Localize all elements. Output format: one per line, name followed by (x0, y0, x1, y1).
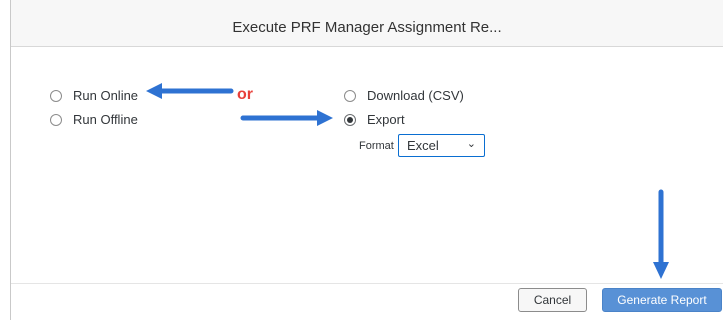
radio-label: Export (367, 112, 405, 127)
generate-report-button[interactable]: Generate Report (602, 288, 722, 312)
radio-download-csv[interactable]: Download (CSV) (344, 88, 464, 103)
radio-button[interactable] (50, 89, 62, 102)
execute-report-dialog: Execute PRF Manager Assignment Re... Run… (10, 0, 723, 320)
chevron-down-icon[interactable]: ⌄ (467, 137, 476, 150)
footer-divider (11, 283, 723, 284)
radio-export[interactable]: Export (344, 112, 405, 127)
cancel-button[interactable]: Cancel (518, 288, 587, 312)
format-select[interactable]: Excel ⌄ (398, 134, 485, 157)
radio-button[interactable] (344, 113, 356, 126)
radio-label: Run Offline (73, 112, 138, 127)
dialog-title: Execute PRF Manager Assignment Re... (232, 19, 502, 36)
dialog-header: Execute PRF Manager Assignment Re... (11, 0, 723, 47)
radio-run-online[interactable]: Run Online (50, 88, 138, 103)
format-label: Format (359, 140, 394, 152)
radio-run-offline[interactable]: Run Offline (50, 112, 138, 127)
annotation-or-text: or (237, 86, 253, 103)
radio-button[interactable] (50, 113, 62, 126)
radio-button[interactable] (344, 89, 356, 102)
radio-label: Download (CSV) (367, 88, 464, 103)
radio-label: Run Online (73, 88, 139, 103)
format-selected-value: Excel (407, 138, 439, 153)
